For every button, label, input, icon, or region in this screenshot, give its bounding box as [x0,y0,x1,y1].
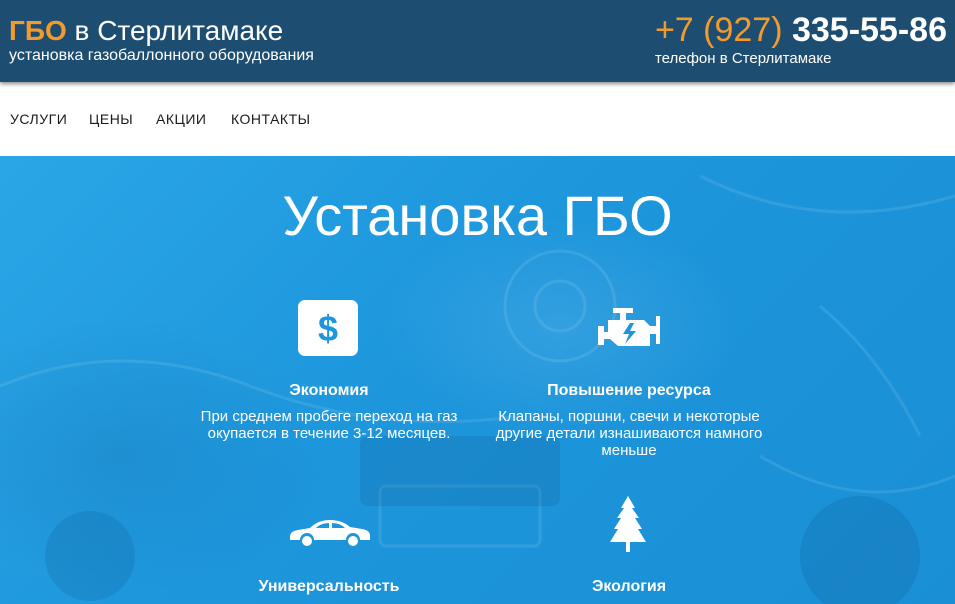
brand-title: ГБО в Стерлитамаке [9,14,314,48]
dollar-icon: $ [298,300,358,356]
feature-title: Экономия [289,382,369,399]
hero-section: Установка ГБО $ Экономия При среднем про… [0,156,955,604]
engine-icon [598,308,660,346]
feature-text: Клапаны, поршни, свечи и некоторые други… [495,408,763,459]
brand-city: в Стерлитамаке [66,15,284,46]
nav-item-services[interactable]: УСЛУГИ [10,111,67,127]
brand-accent: ГБО [9,15,67,46]
phone-code: +7 (927) [654,11,783,49]
feature-title: Экология [591,578,667,595]
nav-item-promotions[interactable]: АКЦИИ [156,111,206,127]
feature-ecology: Экология [494,577,764,597]
feature-economy: Экономия При среднем пробеге переход на … [194,381,464,442]
nav-item-contacts[interactable]: КОНТАКТЫ [231,111,311,127]
feature-title: Универсальность [258,578,400,595]
phone-main: 335-55-86 [782,11,947,49]
feature-resource: Повышение ресурса Клапаны, поршни, свечи… [494,381,764,459]
nav-item-prices[interactable]: ЦЕНЫ [89,111,133,127]
brand-tagline: установка газобаллонного оборудования [9,47,314,64]
hero-title: Установка ГБО [282,184,673,247]
feature-title: Повышение ресурса [547,382,711,399]
phone-number[interactable]: +7 (927) 335-55-86 [655,11,947,49]
svg-text:$: $ [318,308,338,349]
tree-icon [610,496,646,552]
phone-block[interactable]: +7 (927) 335-55-86 телефон в Стерлитамак… [655,11,947,67]
feature-text: При среднем пробеге переход на газ окупа… [200,408,458,442]
phone-caption: телефон в Стерлитамаке [654,50,832,67]
brand[interactable]: ГБО в Стерлитамаке установка газобаллонн… [9,14,314,65]
feature-universality: Универсальность [194,577,464,597]
site-header: ГБО в Стерлитамаке установка газобаллонн… [0,0,955,82]
main-nav: УСЛУГИ ЦЕНЫ АКЦИИ КОНТАКТЫ [0,82,955,156]
car-icon [290,520,370,546]
